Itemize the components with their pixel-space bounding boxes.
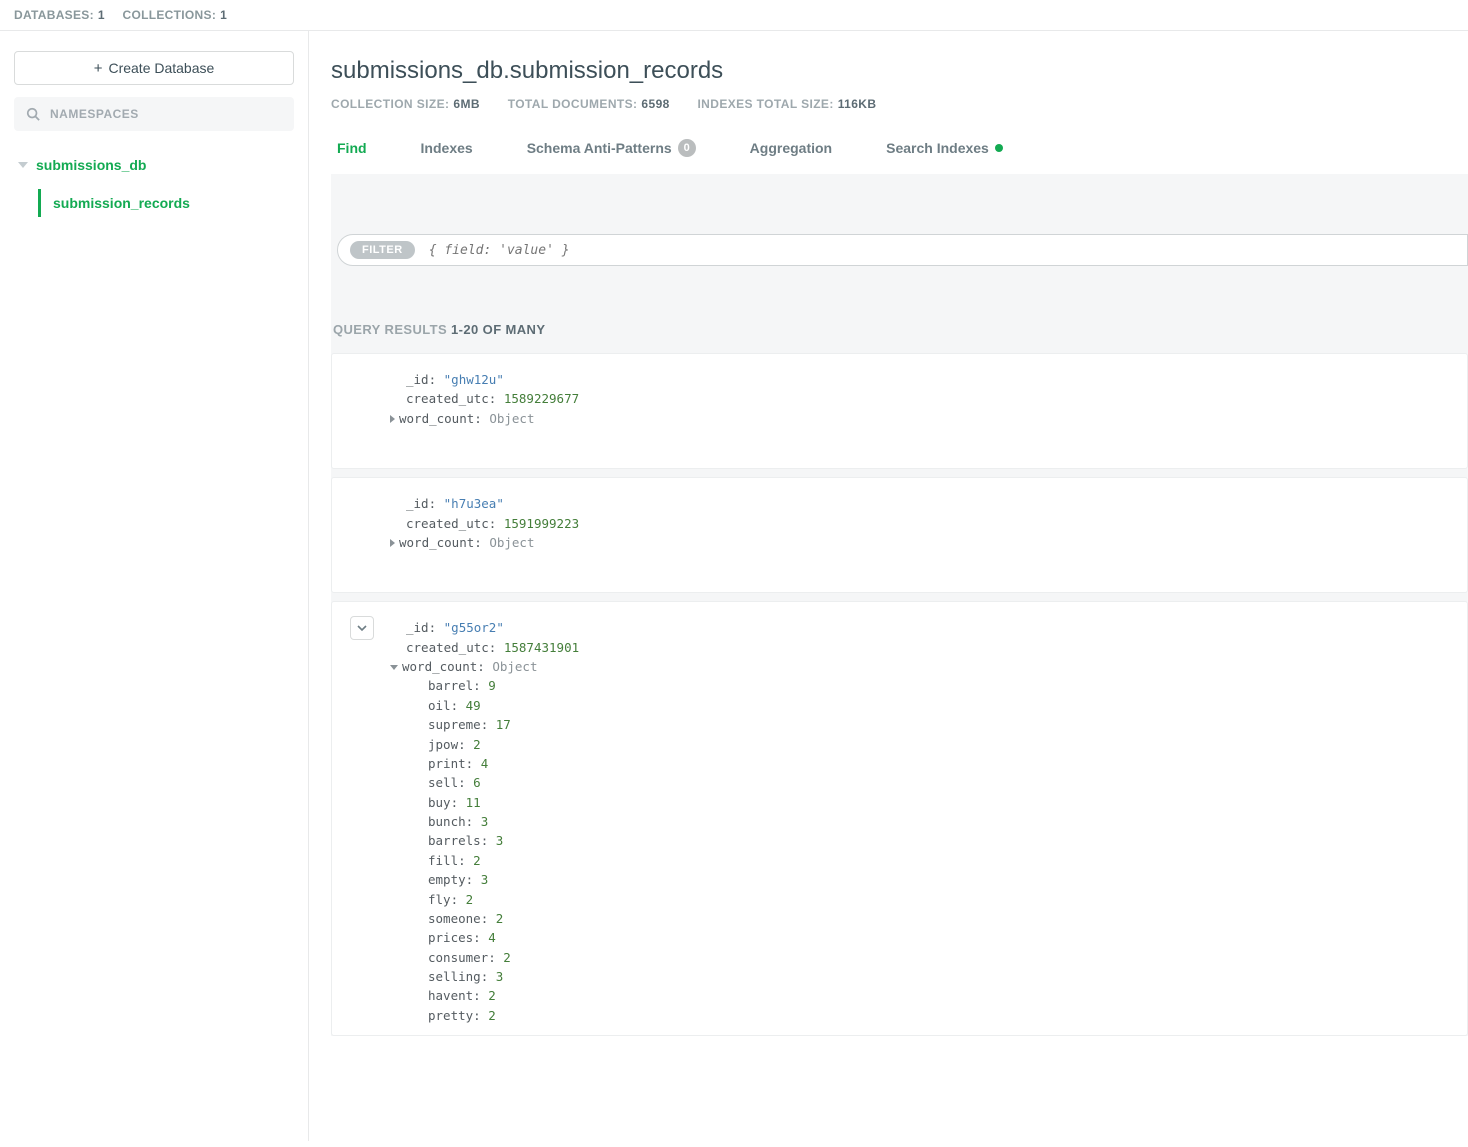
word-count-entry: barrels: 3 [350, 831, 1449, 850]
word-count-entry: jpow: 2 [350, 735, 1449, 754]
page-title: submissions_db.submission_records [331, 57, 1468, 85]
tab-schema-anti-patterns[interactable]: Schema Anti-Patterns 0 [527, 133, 696, 173]
search-icon [26, 107, 40, 121]
create-database-label: Create Database [108, 60, 214, 76]
status-dot-icon [995, 144, 1003, 152]
idx-size-label: INDEXES TOTAL SIZE: [697, 97, 833, 111]
field-word-count[interactable]: word_count: Object [350, 533, 1449, 552]
query-results-label: QUERY RESULTS 1-20 OF MANY [333, 322, 1468, 337]
word-count-entry: empty: 3 [350, 870, 1449, 889]
word-count-entry: consumer: 2 [350, 948, 1449, 967]
word-count-entry: bunch: 3 [350, 812, 1449, 831]
content-area: submissions_db.submission_records COLLEC… [309, 31, 1468, 1141]
idx-size-value: 116KB [838, 97, 877, 111]
word-count-entry: havent: 2 [350, 986, 1449, 1005]
collapse-document-button[interactable] [350, 616, 374, 640]
caret-down-icon [18, 162, 28, 168]
field-created-utc: created_utc: 1587431901 [350, 638, 1449, 657]
word-count-entry: buy: 11 [350, 793, 1449, 812]
sidebar-database-item[interactable]: submissions_db [16, 151, 294, 179]
field-word-count[interactable]: word_count: Object [350, 657, 1449, 676]
word-count-entry: oil: 49 [350, 696, 1449, 715]
plus-icon: + [94, 61, 103, 76]
tab-indexes[interactable]: Indexes [421, 133, 473, 173]
tab-search-indexes[interactable]: Search Indexes [886, 133, 1003, 173]
document-card[interactable]: _id: "h7u3ea"created_utc: 1591999223word… [331, 477, 1468, 593]
word-count-entry: pretty: 2 [350, 1006, 1449, 1025]
namespace-tree: submissions_db submission_records [14, 151, 294, 217]
word-count-entry: prices: 4 [350, 928, 1449, 947]
database-name: submissions_db [36, 157, 146, 173]
schema-badge: 0 [678, 139, 696, 157]
sidebar-collection-item[interactable]: submission_records [38, 189, 294, 217]
status-bar: DATABASES:1 COLLECTIONS:1 [0, 0, 1468, 31]
results-area: QUERY RESULTS 1-20 OF MANY _id: "ghw12u"… [331, 286, 1468, 1036]
tabs: Find Indexes Schema Anti-Patterns 0 Aggr… [331, 133, 1468, 174]
total-docs-label: TOTAL DOCUMENTS: [508, 97, 638, 111]
caret-right-icon [390, 539, 395, 547]
collection-meta: COLLECTION SIZE: 6MB TOTAL DOCUMENTS:6598… [331, 97, 1468, 111]
caret-right-icon [390, 415, 395, 423]
databases-count: 1 [98, 8, 105, 22]
word-count-entry: fly: 2 [350, 890, 1449, 909]
collections-count: 1 [220, 8, 227, 22]
databases-label: DATABASES: [14, 8, 94, 22]
word-count-entry: someone: 2 [350, 909, 1449, 928]
caret-down-icon [390, 665, 398, 670]
collections-label: COLLECTIONS: [123, 8, 217, 22]
document-card[interactable]: _id: "ghw12u"created_utc: 1589229677word… [331, 353, 1468, 469]
tab-find[interactable]: Find [337, 133, 367, 173]
coll-size-value: 6MB [453, 97, 480, 111]
document-card[interactable]: _id: "g55or2"created_utc: 1587431901word… [331, 601, 1468, 1036]
field-id: _id: "g55or2" [350, 618, 1449, 637]
create-database-button[interactable]: + Create Database [14, 51, 294, 85]
field-created-utc: created_utc: 1589229677 [350, 389, 1449, 408]
filter-bar[interactable]: FILTER [337, 234, 1468, 266]
sidebar: + Create Database NAMESPACES submissions… [0, 31, 309, 1141]
word-count-entry: selling: 3 [350, 967, 1449, 986]
word-count-entry: supreme: 17 [350, 715, 1449, 734]
word-count-entry: sell: 6 [350, 773, 1449, 792]
namespaces-label: NAMESPACES [50, 107, 139, 121]
tab-aggregation[interactable]: Aggregation [750, 133, 832, 173]
filter-input[interactable] [429, 243, 1455, 258]
field-id: _id: "ghw12u" [350, 370, 1449, 389]
field-created-utc: created_utc: 1591999223 [350, 514, 1449, 533]
word-count-entry: fill: 2 [350, 851, 1449, 870]
filter-area: FILTER [331, 174, 1468, 286]
namespaces-search[interactable]: NAMESPACES [14, 97, 294, 131]
word-count-entry: barrel: 9 [350, 676, 1449, 695]
collection-name: submission_records [53, 195, 190, 211]
total-docs-value: 6598 [641, 97, 669, 111]
field-word-count[interactable]: word_count: Object [350, 409, 1449, 428]
field-id: _id: "h7u3ea" [350, 494, 1449, 513]
coll-size-label: COLLECTION SIZE: [331, 97, 449, 111]
filter-chip: FILTER [350, 241, 415, 259]
word-count-entry: print: 4 [350, 754, 1449, 773]
